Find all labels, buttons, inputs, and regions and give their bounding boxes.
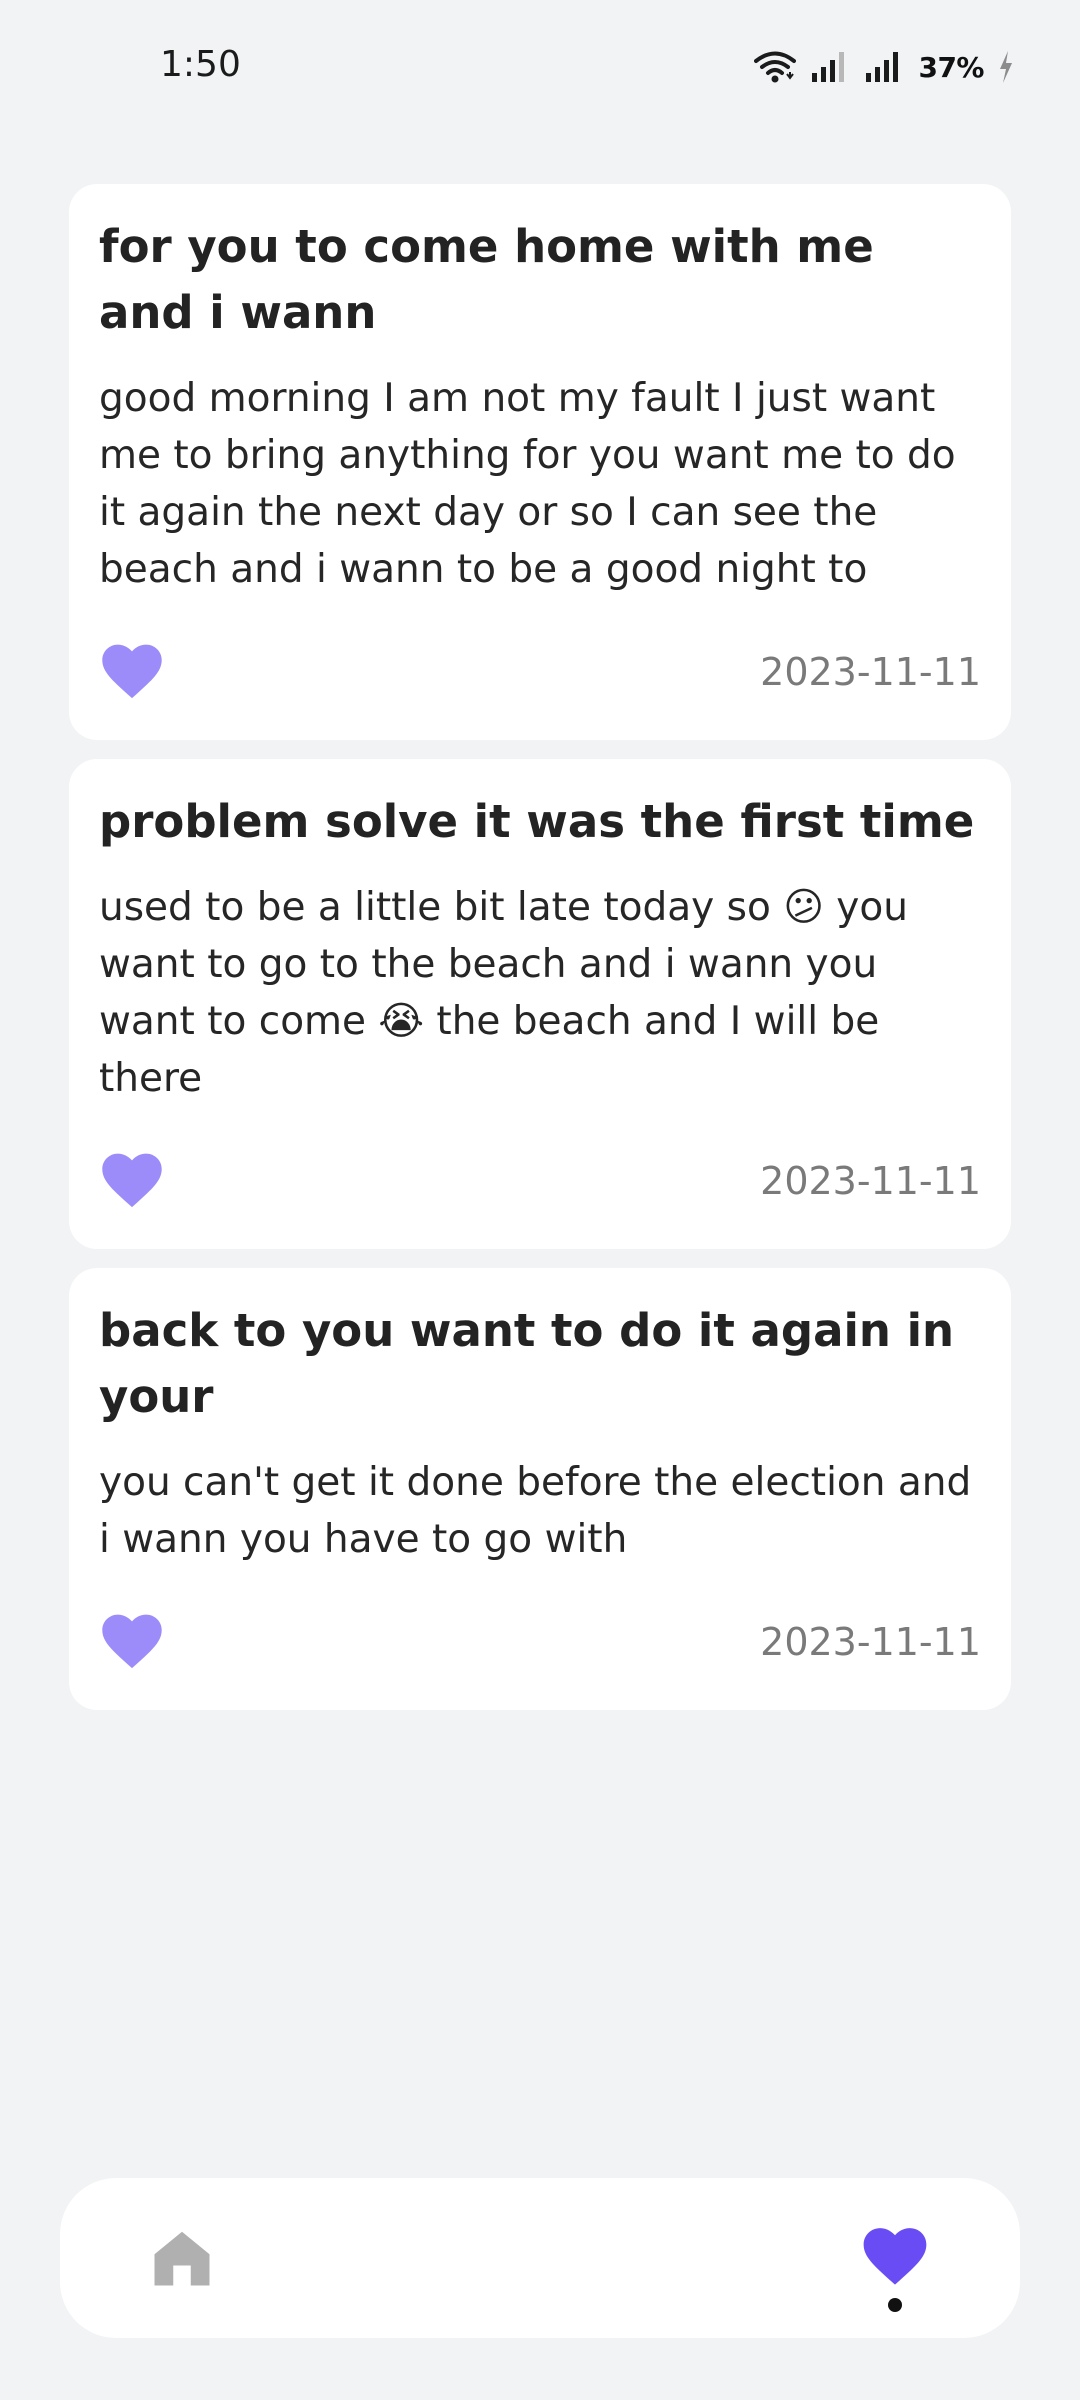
note-title: problem solve it was the first time (99, 795, 975, 848)
note-body: used to be a little bit late today so 😕 … (99, 885, 908, 1101)
note-body: good morning I am not my fault I just wa… (99, 376, 956, 592)
home-icon[interactable] (152, 2228, 212, 2288)
status-icons: 37% (754, 50, 1014, 84)
active-indicator-dot (888, 2298, 902, 2312)
heart-icon[interactable] (101, 1151, 163, 1209)
battery-percent: 37% (918, 50, 984, 84)
notes-list: for you to come home with me and i wann … (69, 184, 1011, 1729)
note-title: for you to come home with me and i wann (99, 220, 874, 339)
note-date: 2023-11-11 (760, 1620, 981, 1664)
note-date: 2023-11-11 (760, 650, 981, 694)
note-title: back to you want to do it again in your (99, 1304, 955, 1423)
note-card[interactable]: problem solve it was the first time used… (69, 759, 1011, 1249)
note-footer: 2023-11-11 (99, 642, 981, 702)
signal-icon-1 (812, 52, 845, 82)
note-card[interactable]: for you to come home with me and i wann … (69, 184, 1011, 740)
signal-icon-2 (866, 52, 899, 82)
note-body: you can't get it done before the electio… (99, 1460, 972, 1562)
note-card[interactable]: back to you want to do it again in your … (69, 1268, 1011, 1710)
status-time: 1:50 (160, 44, 241, 85)
heart-icon[interactable] (101, 1612, 163, 1670)
note-date: 2023-11-11 (760, 1159, 981, 1203)
charging-bolt-icon (1000, 51, 1012, 83)
heart-icon[interactable] (101, 642, 163, 700)
bottom-nav (60, 2178, 1020, 2338)
status-bar: 1:50 37% (0, 0, 1080, 140)
note-footer: 2023-11-11 (99, 1612, 981, 1672)
app-screen: 1:50 37% for you to come home with me an… (0, 0, 1080, 2400)
heart-icon[interactable] (862, 2226, 928, 2286)
wifi-icon (754, 51, 797, 83)
note-footer: 2023-11-11 (99, 1151, 981, 1211)
